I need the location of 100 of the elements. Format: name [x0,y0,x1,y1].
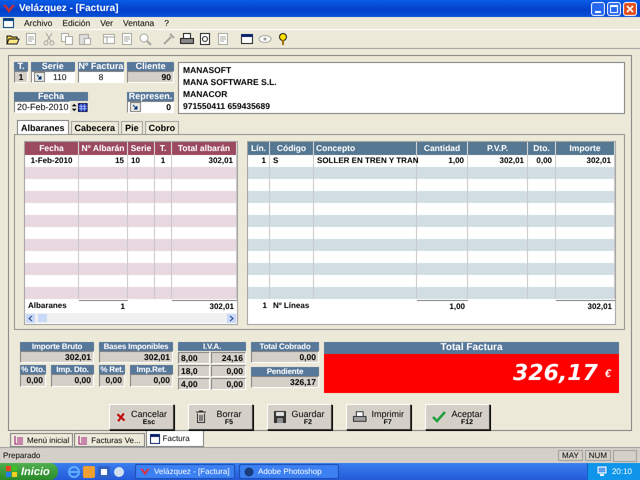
window-tab[interactable]: Facturas Ve... [74,433,145,447]
menu-item[interactable]: Ventana [123,18,154,28]
calendar-icon[interactable] [78,102,88,112]
field-label: Nº Factura [78,62,124,71]
field-label: Total Factura [324,342,619,354]
footer-label: Nº Líneas [272,300,310,312]
list-icon [78,435,88,445]
scrollbar-thumb[interactable] [38,314,47,322]
window-tab[interactable]: Menú inicial [10,433,74,447]
scroll-left-icon[interactable] [26,314,35,322]
total-amount: 326,17 [512,361,598,386]
checkmark-icon [432,411,446,423]
table-row[interactable] [25,287,237,299]
value-field: 0,00 [211,365,246,378]
column-header[interactable]: Importe [556,142,615,155]
tab[interactable]: Albaranes [17,120,69,134]
value-field: 1 [14,71,28,83]
taskbar-button[interactable]: Adobe Photoshop [239,464,339,479]
column-header[interactable]: Dto. [528,142,556,155]
close-icon [626,4,634,12]
status-indicator: MAY [558,450,583,461]
value-field: 0,00 [20,374,46,388]
table-row[interactable] [25,239,237,251]
maximize-icon [610,4,618,12]
field-label: Imp.Ret. [130,365,173,374]
footer-total: 1,00 [417,300,468,313]
footer-label: Albaranes [27,300,68,312]
column-header[interactable]: Cantidad [417,142,468,155]
field-label: Pendiente [251,367,319,376]
value-field: 0,00 [251,351,319,364]
menu-item[interactable]: Ver [100,18,113,28]
tab[interactable]: Cabecera [70,121,120,134]
scroll-right-icon[interactable] [227,314,236,322]
column-header[interactable]: Fecha [25,142,79,155]
maximize-button[interactable] [607,2,621,16]
taskbar-button[interactable]: Velázquez - [Factura] [135,464,235,479]
client-info-line: MANASOFT [183,65,232,76]
app-icon[interactable] [98,466,110,478]
field-label: Serie [30,62,75,71]
window-icon[interactable] [238,31,255,47]
client-info-line: 971550411 659435689 [183,101,271,112]
date-field[interactable]: 20-Feb-2010 [14,101,70,113]
window-icon[interactable] [3,18,14,28]
table-row[interactable] [25,215,237,227]
browser-icon[interactable] [68,466,80,478]
floppy-icon [274,411,286,423]
field-label: Total Cobrado [251,342,319,352]
currency-symbol: € [604,368,611,380]
footer-total: 302,01 [556,300,615,313]
menu-item[interactable]: Archivo [24,18,52,28]
horizontal-scrollbar[interactable] [25,313,237,323]
footer-total: 1 [262,300,268,312]
minimize-button[interactable] [591,2,605,16]
menu-item[interactable]: ? [164,18,169,28]
window-tab[interactable]: Factura [146,431,204,447]
spinner-icon[interactable] [71,102,78,112]
field-label: T. [14,62,28,71]
column-header[interactable]: Código [270,142,314,155]
tab[interactable]: Cobro [144,121,180,134]
tab[interactable]: Pie [121,121,143,134]
field-label: Bases Imponibles [99,342,173,352]
table-row[interactable] [25,167,237,179]
column-header[interactable]: Lín. [248,142,270,155]
app-icon[interactable] [113,466,125,478]
app-icon [140,468,150,476]
menu-item[interactable]: Edición [62,18,90,28]
column-header[interactable]: P.V.P. [468,142,528,155]
value-field: 18,0 [178,365,210,378]
table-row[interactable] [25,263,237,275]
field-label: % Ret. [99,365,125,374]
clock: 20:10 [612,467,632,476]
value-field: 8,00 [178,352,210,364]
column-header[interactable]: Serie [128,142,155,155]
field-label: Represen. [127,92,174,101]
close-button[interactable] [623,2,637,16]
window-title: Velázquez - [Factura] [19,3,118,14]
network-icon[interactable] [596,466,608,477]
column-header[interactable]: T. [155,142,172,155]
field-label: Cliente [127,62,174,71]
column-header[interactable]: Total albarán [172,142,237,155]
value-field: 0,00 [211,378,246,390]
value-field: 4,00 [178,378,210,390]
column-header[interactable]: Nº Albarán [79,142,128,155]
flag-icon [6,466,17,477]
table-row[interactable] [25,191,237,203]
app-icon [3,4,15,14]
list-icon [14,435,24,445]
client-info-line: MANACOR [183,89,228,100]
trash-icon [195,410,207,424]
status-panel [613,450,637,462]
field-label: % Dto. [20,365,46,374]
value-field: 24,16 [211,352,246,364]
value-field: 0,00 [130,374,173,388]
value-field: 0,00 [51,374,94,388]
printer-icon[interactable] [178,31,195,47]
column-header[interactable]: Concepto [314,142,417,155]
app-icon [244,466,254,476]
value-field: 302,01 [20,351,94,364]
value-field: 302,01 [99,351,173,364]
value-field: 90 [127,71,174,83]
